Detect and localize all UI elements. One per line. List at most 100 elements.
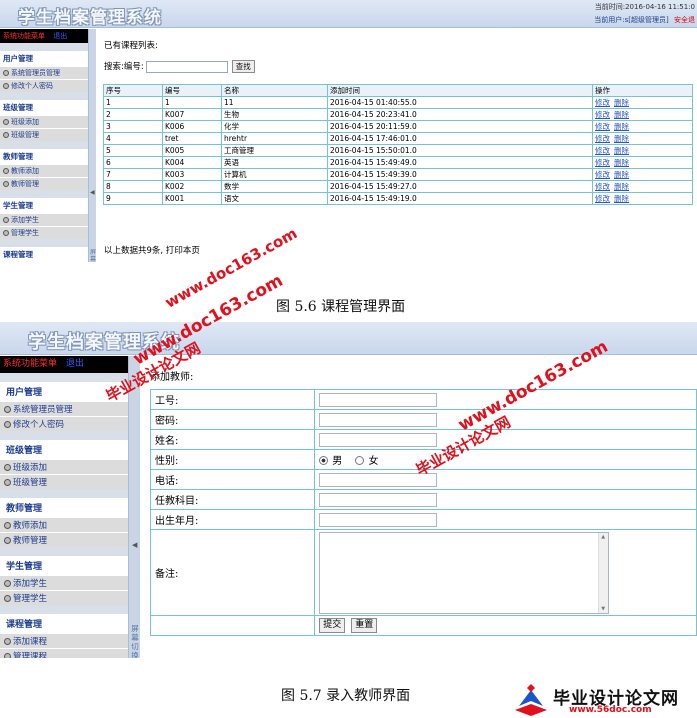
- menu-item[interactable]: 教师添加: [0, 517, 128, 532]
- menu-item[interactable]: 教师添加: [0, 164, 88, 177]
- menu-group: 教师管理 教师添加 教师管理: [0, 498, 128, 547]
- delete-link[interactable]: 删除: [614, 146, 629, 155]
- edit-link[interactable]: 修改: [595, 110, 610, 119]
- edit-link[interactable]: 修改: [595, 122, 610, 131]
- add-teacher-screenshot: 学生档案管理系统 系统功能菜单 退出 用户管理 系统管理员管理 修改个人密码 班级管理…: [0, 322, 697, 658]
- sidebar-splitter[interactable]: ◀ 屏幕切换: [88, 29, 96, 262]
- cell-code: 1: [162, 96, 222, 109]
- cell-time: 2016-04-15 15:49:49.0: [327, 156, 593, 169]
- edit-link[interactable]: 修改: [595, 146, 610, 155]
- delete-link[interactable]: 删除: [614, 194, 629, 203]
- menu-tab[interactable]: 退出: [66, 359, 84, 369]
- menu-group-title[interactable]: 学生管理: [0, 198, 88, 213]
- menu-item[interactable]: 添加学生: [0, 575, 128, 590]
- menu-item[interactable]: 修改个人密码: [0, 416, 128, 431]
- password-input[interactable]: [319, 412, 438, 427]
- cell-name: 11: [221, 96, 328, 109]
- bullet-icon: [4, 522, 11, 529]
- delete-link[interactable]: 删除: [614, 110, 629, 119]
- menu-item[interactable]: 管理学生: [0, 590, 128, 605]
- field-label-phone: 电话:: [149, 469, 316, 490]
- delete-link[interactable]: 删除: [614, 158, 629, 167]
- edit-link[interactable]: 修改: [595, 194, 610, 203]
- sidebar-splitter[interactable]: ◀ 屏幕切换: [128, 356, 140, 658]
- bullet-icon: [3, 217, 9, 223]
- menu-group: 课程管理添加课程管理课程: [0, 247, 88, 262]
- cell-time: 2016-04-15 01:40:55.0: [327, 96, 593, 109]
- cell-no: 5: [103, 144, 163, 157]
- menu-group-title[interactable]: 课程管理: [0, 247, 88, 262]
- table-row: 4 tret hrehtr 2016-04-15 17:46:01.0 修改 删除: [103, 132, 693, 145]
- menu-item[interactable]: 班级管理: [0, 474, 128, 489]
- teacher-id-input[interactable]: [319, 392, 438, 407]
- menu-group-title[interactable]: 课程管理: [0, 614, 128, 633]
- delete-link[interactable]: 删除: [614, 182, 629, 191]
- collapse-arrow-icon[interactable]: ◀: [90, 189, 95, 196]
- cell-actions: 修改 删除: [592, 180, 693, 193]
- cell-code: K001: [162, 192, 222, 205]
- menu-item[interactable]: 添加学生: [0, 213, 88, 226]
- scroll-up-icon[interactable]: ▲: [601, 534, 605, 540]
- menu-item[interactable]: 教师管理: [0, 532, 128, 547]
- menu-group-title[interactable]: 教师管理: [0, 149, 88, 164]
- delete-link[interactable]: 删除: [614, 98, 629, 107]
- search-input[interactable]: [145, 60, 228, 73]
- remark-textarea[interactable]: ▲ ▼: [319, 531, 610, 614]
- edit-link[interactable]: 修改: [595, 158, 610, 167]
- delete-link[interactable]: 删除: [614, 170, 629, 179]
- menu-group-title[interactable]: 用户管理: [0, 51, 88, 66]
- menu-item[interactable]: 添加课程: [0, 633, 128, 648]
- cell-code: K005: [162, 144, 222, 157]
- splitter-text: 屏幕切换: [131, 624, 139, 658]
- scroll-down-icon[interactable]: ▼: [601, 606, 605, 612]
- menu-item[interactable]: 修改个人密码: [0, 79, 88, 92]
- cell-no: 8: [103, 180, 163, 193]
- menu-title: 系统功能菜单: [3, 359, 58, 369]
- textarea-scrollbar[interactable]: ▲ ▼: [598, 532, 609, 613]
- teacher-form: 工号: 密码: 姓名: 性别: 男 女 电话: 任教科目: 出生年月: 备注: …: [149, 389, 697, 636]
- menu-group: 学生管理添加学生 管理学生: [0, 556, 128, 605]
- menu-item[interactable]: 班级添加: [0, 459, 128, 474]
- bullet-icon: [4, 580, 11, 587]
- menu-group-title[interactable]: 学生管理: [0, 556, 128, 575]
- sidebar-title: 系统功能菜单 退出: [0, 29, 88, 43]
- menu-item[interactable]: 教师管理: [0, 177, 88, 190]
- menu-item[interactable]: 班级添加: [0, 115, 88, 128]
- subject-input[interactable]: [319, 492, 438, 507]
- gender-female-radio[interactable]: [355, 456, 365, 465]
- menu-group-title[interactable]: 班级管理: [0, 440, 128, 459]
- search-button[interactable]: 查找: [231, 60, 255, 73]
- name-input[interactable]: [319, 432, 438, 447]
- edit-link[interactable]: 修改: [595, 170, 610, 179]
- edit-link[interactable]: 修改: [595, 182, 610, 191]
- reset-button[interactable]: 重置: [351, 618, 378, 633]
- edit-link[interactable]: 修改: [595, 134, 610, 143]
- cell-name: 英语: [221, 156, 328, 169]
- column-header: 操作: [592, 84, 693, 97]
- menu-item[interactable]: 管理课程: [0, 648, 128, 658]
- gender-male-radio[interactable]: [319, 456, 329, 465]
- menu-item[interactable]: 系统管理员管理: [0, 401, 128, 416]
- book-logo-icon: [515, 684, 547, 716]
- menu-item[interactable]: 管理学生: [0, 226, 88, 239]
- field-label-gender: 性别:: [149, 449, 316, 470]
- delete-link[interactable]: 删除: [614, 122, 629, 131]
- current-user: 当前用户:s[超级管理员] 安全退: [594, 15, 695, 25]
- edit-link[interactable]: 修改: [595, 98, 610, 107]
- bullet-icon: [4, 479, 11, 486]
- site-logo: 毕业设计论文网 www.56doc.com: [513, 684, 697, 718]
- cell-time: 2016-04-15 17:46:01.0: [327, 132, 593, 145]
- menu-item-label: 管理学生: [11, 229, 39, 237]
- logout-link[interactable]: 安全退: [674, 16, 695, 24]
- menu-item-label: 教师管理: [11, 180, 39, 188]
- menu-item[interactable]: 班级管理: [0, 128, 88, 141]
- submit-button[interactable]: 提交: [319, 618, 346, 633]
- menu-item[interactable]: 系统管理员管理: [0, 66, 88, 79]
- menu-group-title[interactable]: 教师管理: [0, 498, 128, 517]
- birth-input[interactable]: [319, 512, 438, 527]
- menu-tab[interactable]: 退出: [53, 32, 67, 40]
- delete-link[interactable]: 删除: [614, 134, 629, 143]
- collapse-arrow-icon[interactable]: ◀: [132, 541, 137, 549]
- menu-item-label: 添加学生: [13, 579, 48, 589]
- menu-group-title[interactable]: 班级管理: [0, 100, 88, 115]
